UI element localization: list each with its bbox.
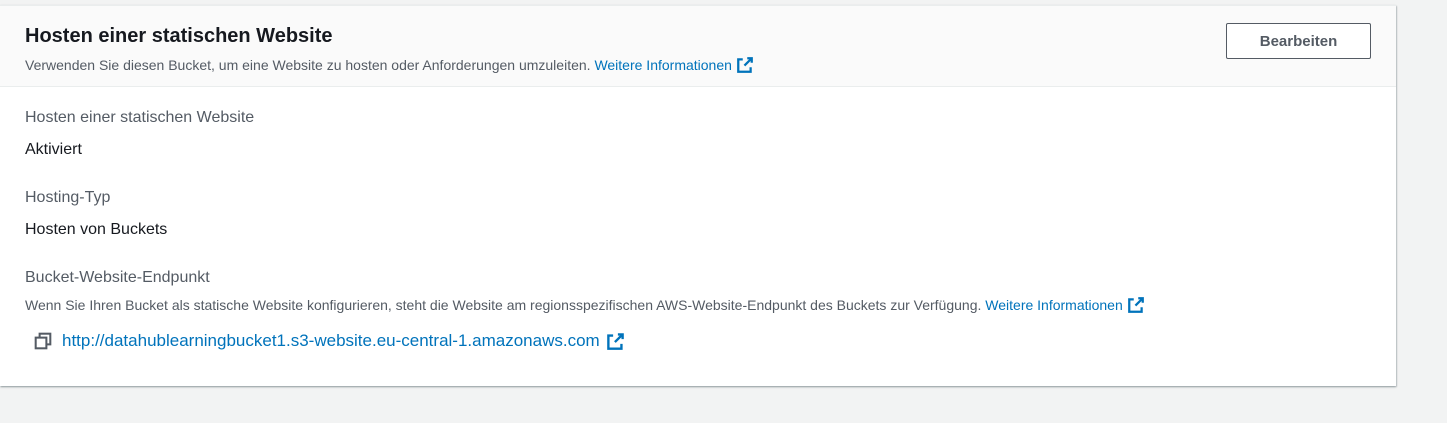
field-label-endpoint: Bucket-Website-Endpunkt [25,269,210,286]
external-link-icon [737,57,753,73]
field-static-hosting: Hosten einer statischen Website Aktivier… [25,107,1371,161]
field-value-static-hosting: Aktiviert [25,141,82,158]
field-endpoint: Bucket-Website-Endpunkt Wenn Sie Ihren B… [25,267,1371,353]
endpoint-url-row: http://datahublearningbucket1.s3-website… [34,329,1371,353]
field-value-hosting-type: Hosten von Buckets [25,221,168,238]
endpoint-more-info-link[interactable]: Weitere Informationen [985,297,1144,313]
field-label-static-hosting: Hosten einer statischen Website [25,109,255,126]
static-website-hosting-panel: Hosten einer statischen Website Verwende… [0,5,1396,386]
more-info-link[interactable]: Weitere Informationen [594,57,753,73]
edit-button[interactable]: Bearbeiten [1226,23,1371,59]
field-label-hosting-type: Hosting-Typ [25,189,111,206]
endpoint-description-text: Wenn Sie Ihren Bucket als statische Webs… [25,297,982,313]
panel-body: Hosten einer statischen Website Aktivier… [0,87,1396,353]
panel-description-text: Verwenden Sie diesen Bucket, um eine Web… [25,57,591,73]
field-description-endpoint: Wenn Sie Ihren Bucket als statische Webs… [25,295,1371,315]
field-hosting-type: Hosting-Typ Hosten von Buckets [25,187,1371,241]
more-info-link-label: Weitere Informationen [594,57,732,73]
endpoint-url-text: http://datahublearningbucket1.s3-website… [62,331,600,350]
endpoint-url-link[interactable]: http://datahublearningbucket1.s3-website… [62,329,600,353]
external-link-icon [1127,297,1144,313]
endpoint-more-info-link-label: Weitere Informationen [985,297,1123,313]
panel-description: Verwenden Sie diesen Bucket, um eine Web… [25,55,1371,75]
panel-title: Hosten einer statischen Website [25,25,333,47]
external-link-icon [606,332,624,350]
copy-icon[interactable] [34,332,52,350]
panel-header: Hosten einer statischen Website Verwende… [0,6,1396,87]
